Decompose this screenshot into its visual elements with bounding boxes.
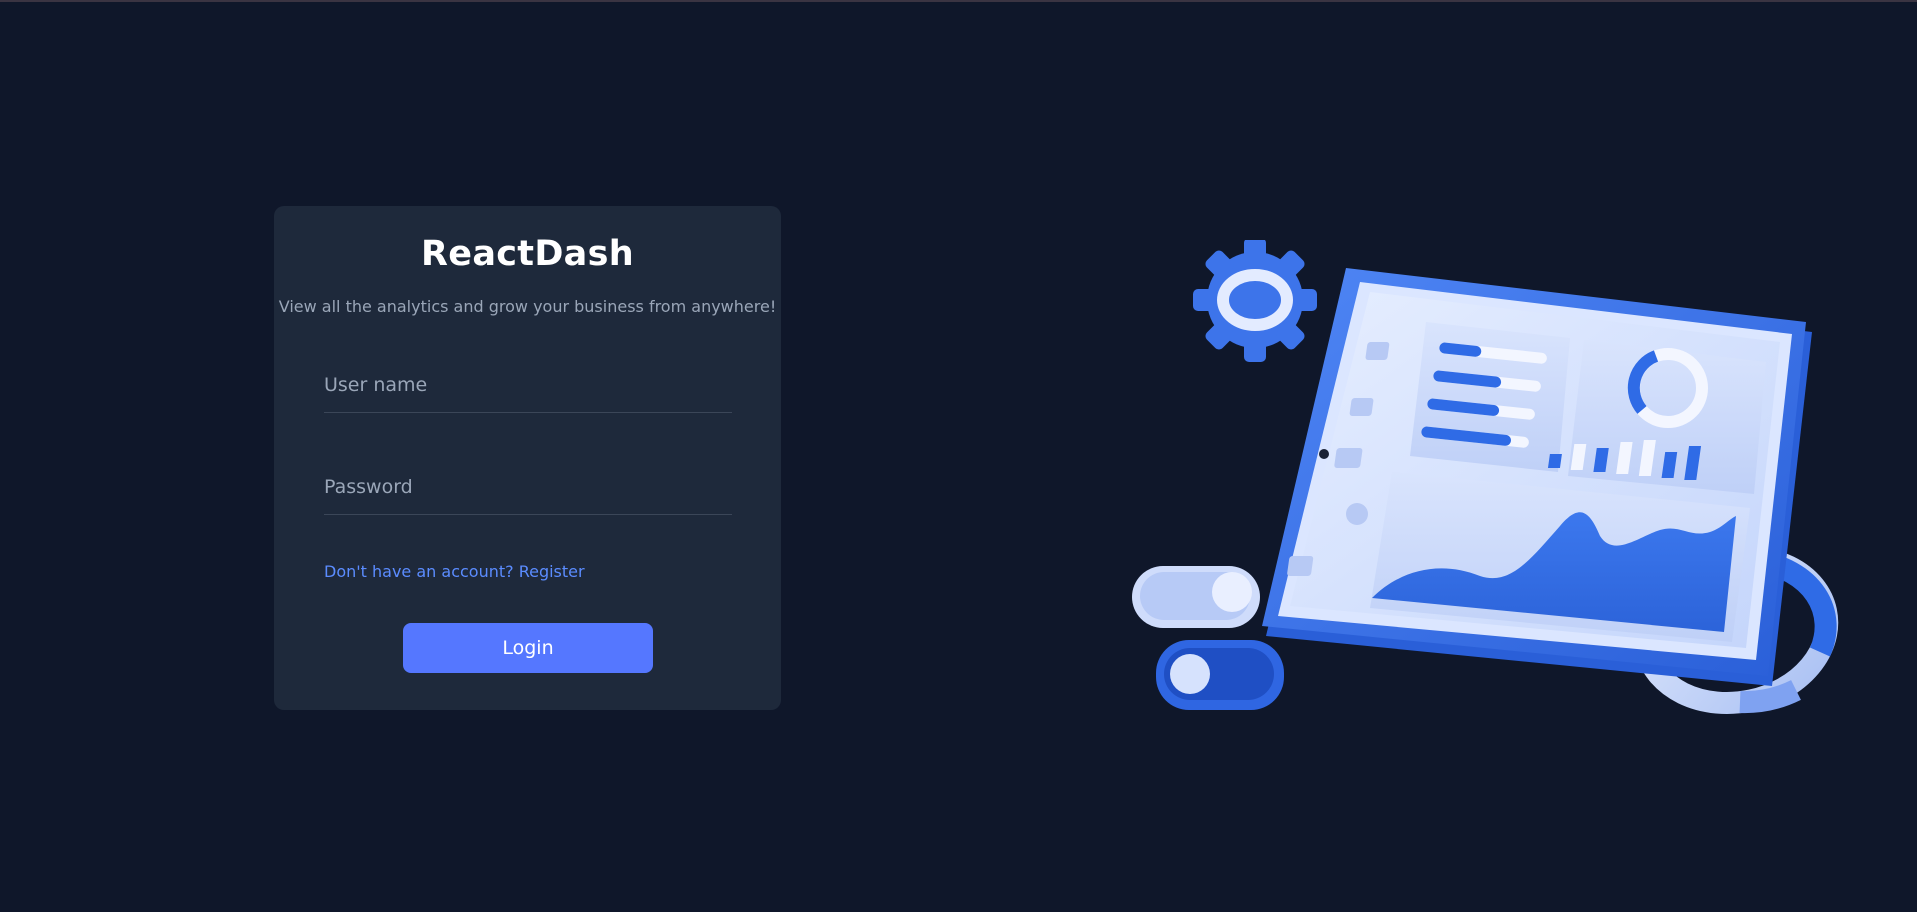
username-field-container [324,358,732,413]
login-card: ReactDash View all the analytics and gro… [274,206,781,710]
login-button[interactable]: Login [403,623,653,673]
brand-title: ReactDash [421,234,634,274]
tagline: View all the analytics and grow your bus… [278,297,777,316]
toggle-icon [1132,566,1284,710]
window-top-border [0,0,1917,2]
dashboard-illustration [1132,240,1839,714]
gear-icon [1193,240,1317,362]
password-input[interactable] [324,470,732,504]
dashboard-tablet-illustration [1262,268,1812,686]
username-input[interactable] [324,368,732,402]
password-field-container [324,460,732,515]
register-link[interactable]: Don't have an account? Register [324,562,585,581]
login-page: ReactDash View all the analytics and gro… [0,0,1917,912]
